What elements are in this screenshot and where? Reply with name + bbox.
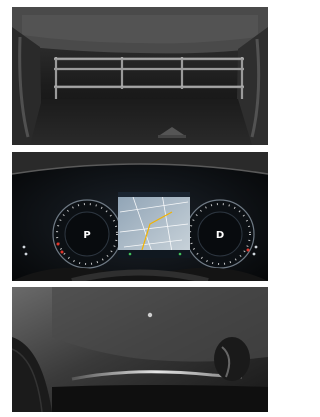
right-gauge: D: [185, 199, 255, 269]
left-gauge-gear: P: [83, 230, 90, 241]
left-gauge: P: [52, 199, 122, 269]
cargo-area-photo: [12, 7, 268, 145]
door-trim-photo: [12, 287, 268, 412]
instrument-cluster-photo: P D: [12, 152, 268, 281]
right-gauge-gear: D: [216, 230, 224, 241]
navigation-map: [118, 192, 190, 258]
